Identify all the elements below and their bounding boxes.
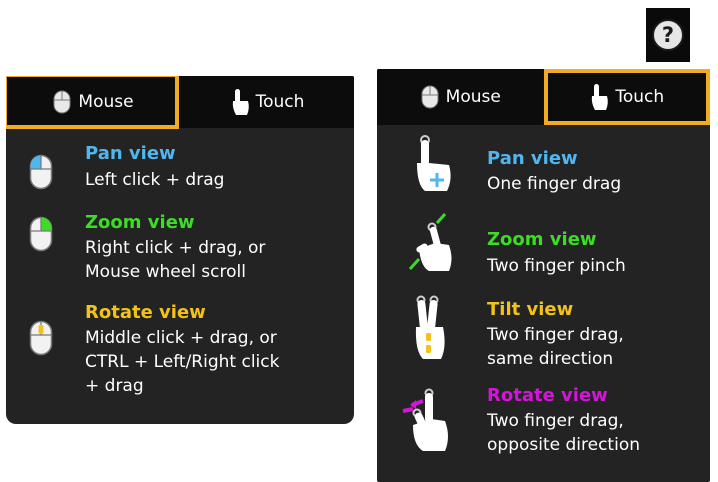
tab-bar: Mouse Touch bbox=[6, 76, 354, 129]
item-desc-line: Middle click + drag, or bbox=[85, 328, 277, 348]
pan-view-item: Pan view One finger drag bbox=[377, 133, 710, 203]
tab-touch[interactable]: Touch bbox=[180, 76, 354, 128]
item-desc-line: opposite direction bbox=[487, 435, 640, 455]
item-desc-line: One finger drag bbox=[487, 174, 622, 194]
mouse-left-button-icon bbox=[29, 154, 53, 194]
zoom-view-item: Zoom view Right click + drag, or Mouse w… bbox=[6, 212, 354, 292]
item-desc-line: + drag bbox=[85, 376, 144, 396]
item-title: Tilt view bbox=[487, 299, 574, 320]
tab-touch[interactable]: Touch bbox=[543, 69, 711, 125]
item-desc-line: Two finger drag, bbox=[487, 411, 624, 431]
tab-label: Touch bbox=[255, 92, 305, 112]
two-finger-pinch-icon bbox=[407, 213, 457, 277]
two-finger-tilt-icon bbox=[411, 295, 451, 365]
touch-help-panel: Mouse Touch Pan view One finger drag Zoo… bbox=[377, 69, 710, 482]
item-title: Zoom view bbox=[487, 229, 597, 250]
help-button[interactable]: ? bbox=[646, 8, 690, 62]
hand-icon bbox=[230, 88, 250, 116]
item-desc-line: Right click + drag, or bbox=[85, 238, 266, 258]
zoom-view-item: Zoom view Two finger pinch bbox=[377, 211, 710, 283]
tab-label: Mouse bbox=[445, 87, 501, 107]
rotate-view-item: Rotate view Middle click + drag, or CTRL… bbox=[6, 302, 354, 414]
item-desc-line: same direction bbox=[487, 349, 614, 369]
item-desc-line: Left click + drag bbox=[85, 170, 225, 190]
rotate-view-item: Rotate view Two finger drag, opposite di… bbox=[377, 379, 710, 479]
item-desc-line: Two finger pinch bbox=[487, 256, 626, 276]
mouse-icon bbox=[420, 85, 440, 109]
item-title: Zoom view bbox=[85, 212, 195, 233]
item-desc-line: Mouse wheel scroll bbox=[85, 262, 246, 282]
mouse-right-button-icon bbox=[29, 216, 53, 256]
item-title: Pan view bbox=[85, 143, 176, 164]
tab-mouse[interactable]: Mouse bbox=[6, 76, 180, 129]
mouse-middle-button-icon bbox=[29, 320, 53, 360]
tab-bar: Mouse Touch bbox=[377, 69, 710, 125]
hand-icon bbox=[589, 83, 609, 111]
mouse-icon bbox=[52, 90, 72, 114]
tab-mouse[interactable]: Mouse bbox=[377, 69, 544, 125]
item-title: Rotate view bbox=[487, 385, 608, 406]
item-desc-line: Two finger drag, bbox=[487, 325, 624, 345]
tab-label: Touch bbox=[615, 87, 665, 107]
item-title: Pan view bbox=[487, 148, 578, 169]
item-title: Rotate view bbox=[85, 302, 206, 323]
question-mark-icon: ? bbox=[652, 19, 684, 51]
mouse-help-panel: Mouse Touch Pan view Left click + drag Z… bbox=[6, 76, 354, 424]
two-finger-rotate-icon bbox=[399, 387, 455, 457]
tab-label: Mouse bbox=[78, 92, 134, 112]
tilt-view-item: Tilt view Two finger drag, same directio… bbox=[377, 291, 710, 373]
one-finger-drag-icon bbox=[413, 135, 457, 197]
item-desc-line: CTRL + Left/Right click bbox=[85, 352, 280, 372]
pan-view-item: Pan view Left click + drag bbox=[6, 140, 354, 200]
